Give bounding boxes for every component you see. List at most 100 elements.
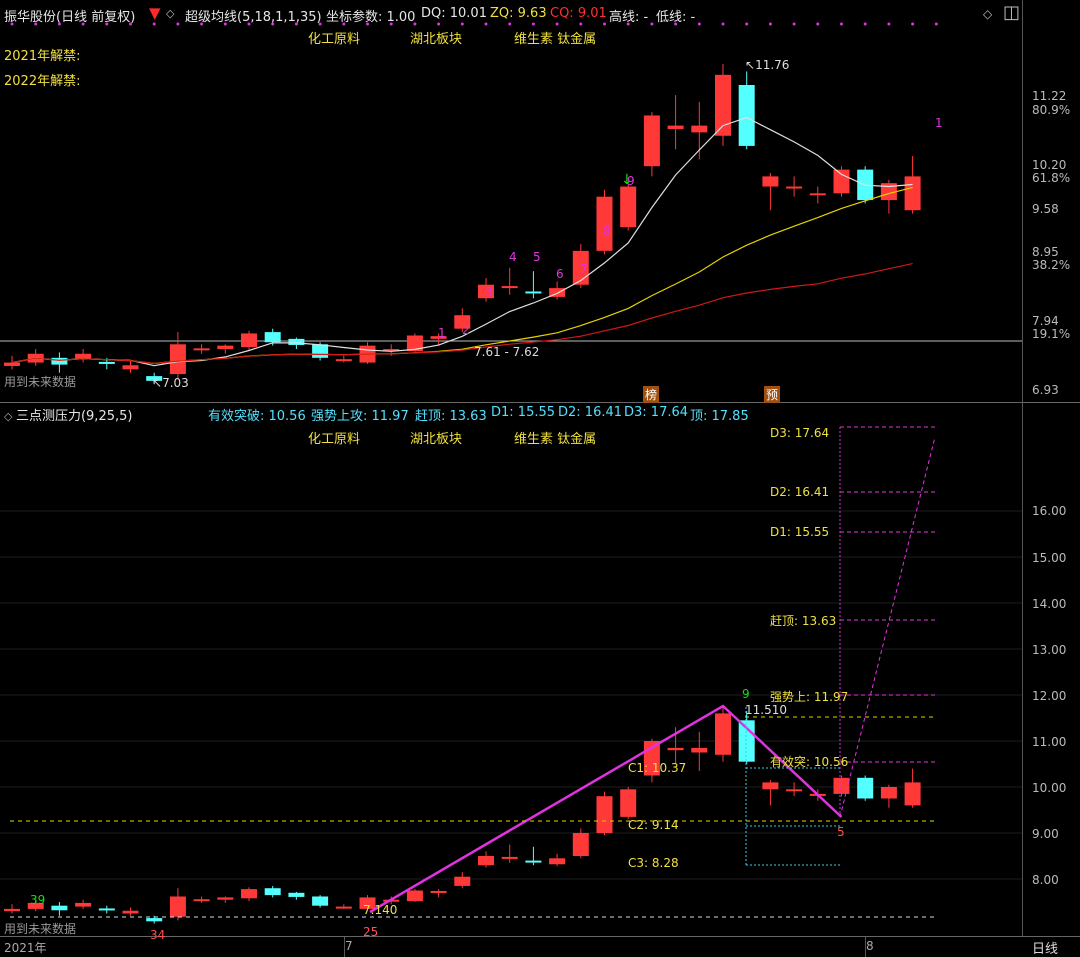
top-candle [501,286,518,289]
low-marker: ↖7.03 [152,376,189,390]
top-candle [122,365,139,370]
top-candle [98,361,115,364]
top-candle [51,357,68,365]
lower-candle [572,833,589,856]
top-candle [833,169,850,194]
axis-label: 14.00 [1032,597,1067,611]
tag-1-lower: 化工原料 [308,432,361,447]
top-candle [715,74,731,136]
top-dot [223,22,227,26]
top-candle [786,186,803,189]
lower-candle [691,747,708,753]
top-dot [674,22,678,26]
lower-candle [335,906,352,909]
gan-top: 赶顶: 13.63 [415,409,487,424]
count-5: 5 [837,825,845,839]
bang-badge[interactable]: 榜 [643,386,660,403]
count-label: 3 [485,285,493,299]
top-dot [247,22,251,26]
lower-candle [478,856,494,866]
top-dot [911,22,915,26]
top-dot [437,22,441,26]
count-9: 9 [742,687,750,701]
top-candle [643,115,660,167]
lower-candle [146,918,163,922]
top-candle [288,338,305,345]
top-dot [650,22,654,26]
lower-candle [51,905,68,911]
axis-label: 16.00 [1032,504,1067,518]
lower-candle [312,896,329,906]
top-dot [342,22,346,26]
top-dot [745,22,749,26]
top-candle [738,84,755,146]
top-dot [579,22,583,26]
top-dot [176,22,180,26]
period-tab[interactable]: 日线 [1032,938,1058,957]
lower-candle [264,888,281,896]
top-dot [603,22,606,26]
yu-badge[interactable]: 预 [764,386,781,403]
axis-label: 15.00 [1032,551,1067,565]
top-candle [809,193,826,196]
axis-label: 80.9% [1032,103,1071,117]
top-candle [4,362,20,366]
top-dot [721,22,725,26]
top-dot [768,22,772,26]
count-label: 9 [627,174,635,188]
top-dot [200,22,204,26]
month-tick [344,937,345,957]
top-candle [335,359,352,362]
peak-value: 11.510 [745,703,787,717]
lower-candle [857,777,874,799]
d1-value: D1: 15.55 [491,405,556,420]
top-dot [34,22,38,26]
count-label: 2 [462,323,470,337]
top-candle [169,344,186,375]
lower-candle [430,890,447,893]
top-candle [620,186,637,228]
lower-candle [501,856,518,859]
lower-candle [715,713,731,755]
top-candle [264,332,281,343]
top-candle [312,344,329,358]
top-candle [667,125,684,129]
axis-label: 8.95 [1032,245,1059,259]
lower-candle [549,858,566,865]
count-34: 34 [150,928,166,942]
top-dot [816,22,820,26]
projection-line [839,436,936,818]
axis-label: 7.94 [1032,314,1059,328]
axis-label: 10.00 [1032,781,1067,795]
lower-candle [75,902,92,907]
lower-candle [217,897,234,900]
count-label: 4 [509,250,517,264]
axis-label: 9.58 [1032,202,1059,216]
month-tick [865,937,866,957]
lower-candle [122,910,139,914]
top-candle [762,176,779,187]
top-dot [697,22,701,26]
top-dot [129,22,132,26]
top-dot [484,22,488,26]
c3-label: C3: 8.28 [628,856,679,870]
low-value: 7.140 [363,903,398,917]
lower-candle [406,890,423,902]
top-dot [389,22,393,26]
strong-attack: 强势上攻: 11.97 [311,409,409,424]
top-dot [271,22,275,26]
candlestick-chart[interactable] [0,0,1022,937]
gan-level-label: 赶顶: 13.63 [770,614,837,628]
axis-label: 11.00 [1032,735,1067,749]
lower-indicator-title[interactable]: ◇ 三点测压力(9,25,5) [4,405,132,424]
axis-label: 19.1% [1032,327,1071,341]
eff-breakout: 有效突破: 10.56 [208,409,306,424]
axis-label: 8.00 [1032,873,1059,887]
axis-label: 13.00 [1032,643,1067,657]
lower-candle [4,908,20,912]
lower-candle [667,747,684,751]
top-dot [863,22,867,26]
axis-label: 6.93 [1032,383,1059,397]
top-candle [525,291,542,294]
top-dot [105,22,109,26]
